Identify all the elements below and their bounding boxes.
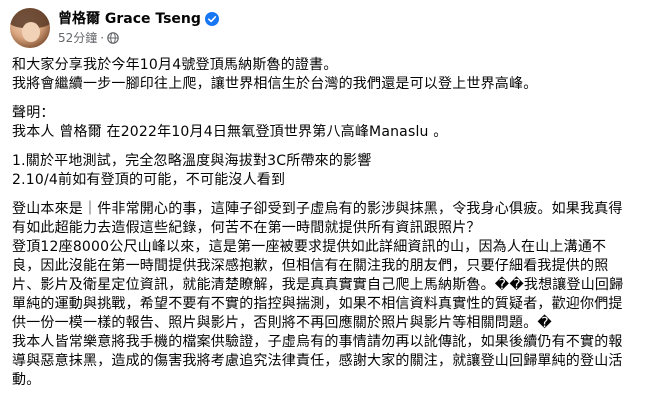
paragraph-3: 我本人皆常樂意將我手機的檔案供驗證，子虛烏有的事情請勿再以訛傳訛，如果後續仍有不… xyxy=(12,333,652,390)
post-author-block: 曾格爾 Grace Tseng 52分鐘 · xyxy=(58,10,219,46)
paragraph-1: 登山本來是｜件非常開心的事，這陣子卻受到子虛烏有的影涉與抹黑，令我身心俱疲。如果… xyxy=(12,200,652,238)
post-line: 供一份一模一樣的報告、照片與影片，否則將不再回應關於照片與影片等相關問題。� xyxy=(12,315,552,331)
statement-title: 聲明： xyxy=(12,105,55,121)
list-item: 2.10/4前如有登頂的可能，不可能沒人看到 xyxy=(12,172,286,188)
avatar[interactable] xyxy=(10,8,50,48)
post-line: 登山本來是｜件非常開心的事，這陣子卻受到子虛烏有的影涉與抹黑，令我身心俱疲。如果… xyxy=(12,201,623,217)
post-line: 我本人皆常樂意將我手機的檔案供驗證，子虛烏有的事情請勿再以訛傳訛，如果後續仍有不… xyxy=(12,334,623,350)
meta-separator: · xyxy=(100,31,105,45)
points-list: 1.關於平地測試，完全忽略溫度與海拔對3C所帶來的影響 2.10/4前如有登頂的… xyxy=(12,152,652,190)
intro-paragraph: 和大家分享我於今年10月4號登頂馬納斯魯的證書。 我將會繼續一步一腳印往上爬，讓… xyxy=(12,56,652,94)
author-name[interactable]: 曾格爾 Grace Tseng xyxy=(58,10,201,28)
post-meta: 52分鐘 · xyxy=(58,30,219,46)
post-line: 導與惡意抹黑，造成的傷害我將考慮追究法律責任，感謝大家的關注，就讓登山回歸單純的… xyxy=(12,353,623,369)
post-line: 單純的運動與挑戰，希望不要有不實的指控與揣測，如果不相信資料真實性的質疑者，歡迎… xyxy=(12,296,623,312)
post-timestamp[interactable]: 52分鐘 xyxy=(58,30,97,46)
post-line: 有如此超能力去造假這些紀錄，何苦不在第一時間就提供所有資訊跟照片？ xyxy=(12,220,481,236)
facebook-post: 曾格爾 Grace Tseng 52分鐘 · 和大家分享我於今年10月4號登頂馬… xyxy=(0,0,656,400)
post-header: 曾格爾 Grace Tseng 52分鐘 · xyxy=(10,6,219,50)
post-line: 良，因此沒能在第一時間提供我深感抱歉，但相信有在關注我的朋友們，只要仔細看我提供… xyxy=(12,258,609,274)
post-body: 和大家分享我於今年10月4號登頂馬納斯魯的證書。 我將會繼續一步一腳印往上爬，讓… xyxy=(12,56,652,390)
post-line: 我將會繼續一步一腳印往上爬，讓世界相信生於台灣的我們還是可以登上世界高峰。 xyxy=(12,76,538,92)
globe-icon[interactable] xyxy=(107,32,119,44)
list-item: 1.關於平地測試，完全忽略溫度與海拔對3C所帶來的影響 xyxy=(12,153,372,169)
author-row: 曾格爾 Grace Tseng xyxy=(58,10,219,28)
paragraph-2: 登頂12座8000公尺山峰以來，這是第一座被要求提供如此詳細資訊的山，因為人在山… xyxy=(12,238,652,333)
verified-badge-icon xyxy=(204,12,219,26)
post-line: 片、影片及衛星定位資訊，就能清楚瞭解，我是真真實實自己爬上馬納斯魯。��我想讓登… xyxy=(12,277,624,293)
post-line: 動。 xyxy=(12,372,41,388)
post-line: 和大家分享我於今年10月4號登頂馬納斯魯的證書。 xyxy=(12,57,338,73)
post-line: 登頂12座8000公尺山峰以來，這是第一座被要求提供如此詳細資訊的山，因為人在山… xyxy=(12,239,607,255)
statement-line: 我本人 曾格爾 在2022年10月4日無氧登頂世界第八高峰Manaslu 。 xyxy=(12,124,448,140)
